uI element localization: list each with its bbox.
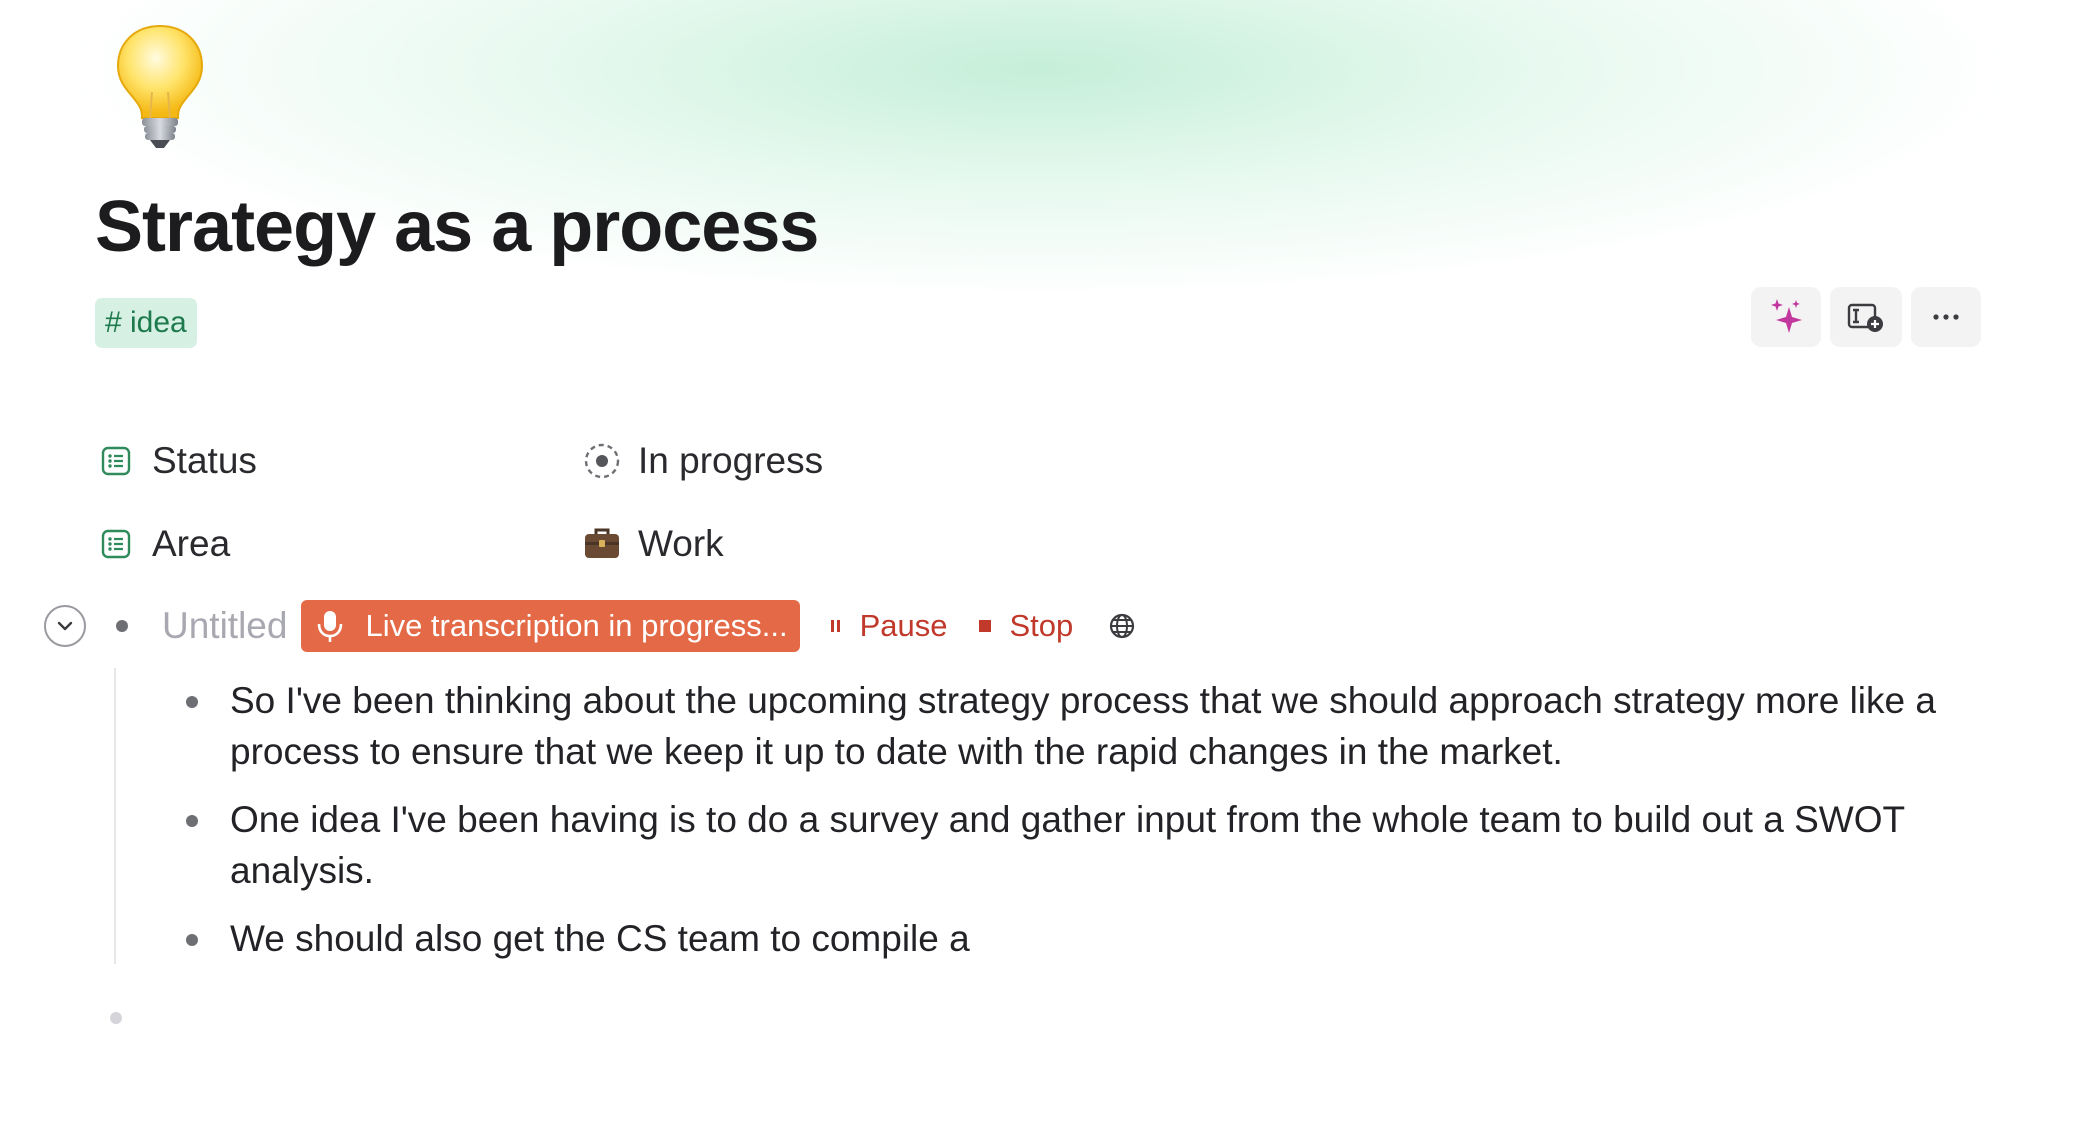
more-options-button[interactable]	[1911, 287, 1981, 347]
sparkles-icon	[1771, 299, 1802, 333]
chevron-down-icon	[57, 621, 73, 631]
insert-field-icon	[1847, 303, 1883, 332]
live-transcription-label: Live transcription in progress...	[365, 608, 788, 643]
ai-assist-button[interactable]	[1751, 287, 1821, 347]
property-label-status: Status	[152, 440, 257, 481]
lightbulb-icon[interactable]	[112, 22, 208, 152]
list-icon	[100, 445, 132, 477]
pause-button[interactable]: Pause	[830, 608, 948, 644]
stop-icon	[978, 619, 992, 633]
briefcase-icon	[582, 524, 622, 564]
globe-icon	[1110, 613, 1135, 639]
collapse-toggle-button[interactable]	[44, 605, 86, 647]
child-thread-line	[114, 668, 116, 964]
page-title[interactable]: Strategy as a process	[95, 182, 819, 272]
microphone-icon	[318, 611, 343, 642]
property-value-area[interactable]: Work	[638, 523, 724, 565]
list-item[interactable]: One idea I've been having is to do a sur…	[186, 794, 1946, 896]
page-canvas: Strategy as a process # idea Status In p…	[0, 0, 2076, 1127]
property-label-area: Area	[152, 523, 231, 564]
transcription-notes: So I've been thinking about the upcoming…	[186, 675, 1946, 981]
language-button[interactable]	[1107, 611, 1137, 641]
stop-label: Stop	[1009, 608, 1074, 643]
idea-tag[interactable]: # idea	[95, 298, 197, 348]
list-icon	[100, 528, 132, 560]
empty-block-bullet[interactable]	[110, 1012, 122, 1024]
property-area[interactable]: Area Work	[100, 519, 724, 569]
pause-icon	[830, 618, 842, 634]
page-toolbar	[1751, 287, 1981, 347]
in-progress-circle-icon	[582, 441, 622, 481]
block-title[interactable]: Untitled	[162, 605, 287, 647]
property-value-status[interactable]: In progress	[638, 440, 823, 482]
list-item[interactable]: We should also get the CS team to compil…	[186, 913, 1946, 964]
insert-field-button[interactable]	[1830, 287, 1902, 347]
pause-label: Pause	[859, 608, 948, 643]
more-icon	[1933, 314, 1959, 320]
property-status[interactable]: Status In progress	[100, 436, 823, 486]
bullet-icon	[116, 620, 128, 632]
stop-button[interactable]: Stop	[978, 608, 1074, 644]
list-item[interactable]: So I've been thinking about the upcoming…	[186, 675, 1946, 777]
live-transcription-badge: Live transcription in progress...	[301, 600, 800, 652]
transcription-block-header: Untitled Live transcription in progress.…	[44, 596, 1137, 656]
